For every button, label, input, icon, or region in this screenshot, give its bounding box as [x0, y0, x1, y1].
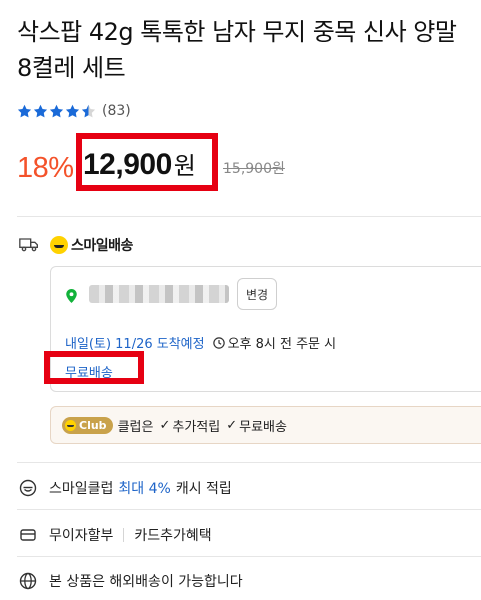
smile-club-label: 스마일클럽 — [49, 481, 114, 497]
shipping-card: 변경 내일(토) 11/26 도착예정 오후 8시 전 주문 시 무료배송 — [44, 266, 481, 392]
star-icon — [65, 104, 80, 117]
check-icon: ✓ — [226, 417, 238, 433]
star-icon — [49, 104, 64, 117]
smile-delivery-badge: 스마일배송 — [50, 235, 133, 255]
club-benefit-1: 추가적립 — [172, 419, 221, 435]
delivery-eta: 내일(토) 11/26 도착예정 오후 8시 전 주문 시 — [65, 333, 336, 352]
separator — [123, 528, 125, 542]
clock-icon — [212, 336, 225, 349]
currency-label: 원 — [173, 152, 196, 180]
sale-price-value: 12,900 — [83, 148, 172, 181]
product-title: 삭스팝 42g 톡톡한 남자 무지 중목 신사 양말 8켤레 세트 — [17, 14, 481, 86]
free-shipping-label: 무료배송 — [65, 366, 113, 381]
star-icon — [33, 104, 48, 117]
credit-card-icon — [20, 529, 36, 541]
installment-link[interactable]: 무이자할부 — [49, 525, 113, 545]
price-row: 18% 12,900 원 15,900원 — [17, 133, 285, 191]
product-title-line-1: 삭스팝 42g 톡톡한 남자 무지 중목 신사 양말 — [17, 18, 457, 46]
rating[interactable]: (83) — [17, 103, 131, 119]
divider — [17, 462, 481, 463]
location-pin-icon — [66, 289, 77, 303]
order-cutoff: 오후 8시 전 주문 시 — [227, 337, 337, 352]
club-benefit-2: 무료배송 — [239, 419, 287, 435]
card-benefits-row[interactable]: 무이자할부 카드추가혜택 — [19, 525, 212, 545]
truck-icon — [19, 238, 38, 252]
sale-price: 12,900 원 — [83, 146, 196, 182]
overseas-shipping-row: 본 상품은 해외배송이 가능합니다 — [19, 571, 243, 591]
smile-logo-icon — [65, 419, 76, 431]
club-badge-label: Club — [79, 418, 107, 432]
eta-text: 내일(토) 11/26 도착예정 — [65, 337, 205, 352]
divider — [17, 216, 481, 217]
smile-delivery-label: 스마일배송 — [71, 238, 133, 254]
smile-cash-row[interactable]: 스마일클럽 최대 4% 캐시 적립 — [19, 478, 232, 498]
cash-suffix: 캐시 적립 — [175, 481, 232, 497]
masked-address — [89, 285, 229, 303]
star-half-icon — [81, 104, 96, 117]
product-title-line-2: 8켤레 세트 — [17, 54, 126, 82]
star-rating — [17, 104, 96, 119]
star-icon — [17, 104, 32, 117]
divider — [17, 509, 481, 510]
change-address-button[interactable]: 변경 — [237, 278, 277, 310]
check-icon: ✓ — [159, 417, 171, 433]
review-count[interactable]: (83) — [102, 103, 131, 119]
globe-icon — [19, 572, 37, 590]
smile-logo-icon — [50, 236, 68, 254]
smile-cash-icon — [19, 479, 37, 497]
club-text: 클럽은 — [117, 419, 154, 435]
club-badge: Club — [62, 416, 113, 434]
overseas-shipping-text: 본 상품은 해외배송이 가능합니다 — [49, 574, 243, 590]
original-price: 15,900원 — [223, 161, 285, 177]
cash-rate: 최대 4% — [118, 481, 171, 497]
club-benefit-banner[interactable]: Club 클럽은 ✓ 추가적립 ✓ 무료배송 — [50, 406, 481, 444]
divider — [17, 556, 481, 557]
card-benefit-link[interactable]: 카드추가혜택 — [134, 525, 211, 545]
discount-rate: 18% — [17, 151, 74, 184]
